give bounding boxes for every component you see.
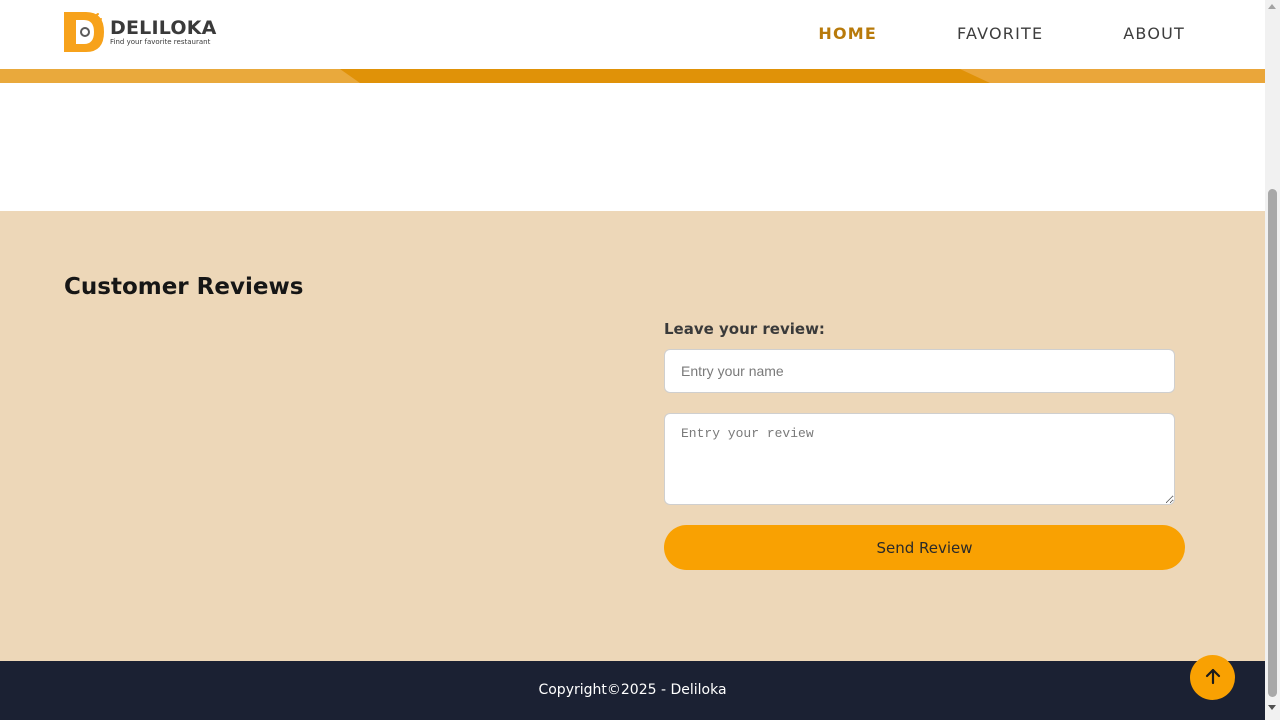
footer: Copyright©2025 - Deliloka — [0, 661, 1265, 720]
logo-tagline: Find your favorite restaurant — [110, 37, 211, 46]
logo[interactable]: DELILOKA Find your favorite restaurant — [64, 12, 217, 52]
scroll-thumb[interactable] — [1268, 189, 1277, 697]
reviews-section: Customer Reviews Leave your review: Send… — [0, 211, 1265, 661]
main-nav: HOME FAVORITE ABOUT — [738, 24, 1185, 44]
navbar: DELILOKA Find your favorite restaurant H… — [0, 0, 1265, 70]
review-form-label: Leave your review: — [664, 320, 825, 338]
scroll-down-arrow-icon[interactable] — [1268, 705, 1276, 710]
scroll-up-arrow-icon[interactable] — [1268, 4, 1276, 9]
logo-name: DELILOKA — [110, 16, 217, 39]
review-textarea[interactable] — [664, 413, 1175, 505]
nav-favorite[interactable]: FAVORITE — [957, 24, 1043, 44]
back-to-top-button[interactable] — [1190, 655, 1235, 700]
reviews-title: Customer Reviews — [64, 274, 304, 300]
nav-home[interactable]: HOME — [818, 24, 877, 44]
deliloka-logo-icon — [64, 12, 104, 52]
copyright-text: Copyright©2025 - Deliloka — [538, 682, 727, 698]
nav-about[interactable]: ABOUT — [1123, 24, 1185, 44]
send-review-button[interactable]: Send Review — [664, 525, 1185, 570]
name-input[interactable] — [664, 349, 1175, 393]
arrow-up-icon — [1204, 667, 1222, 688]
hero-band — [0, 69, 1265, 83]
scrollbar[interactable] — [1265, 0, 1280, 720]
